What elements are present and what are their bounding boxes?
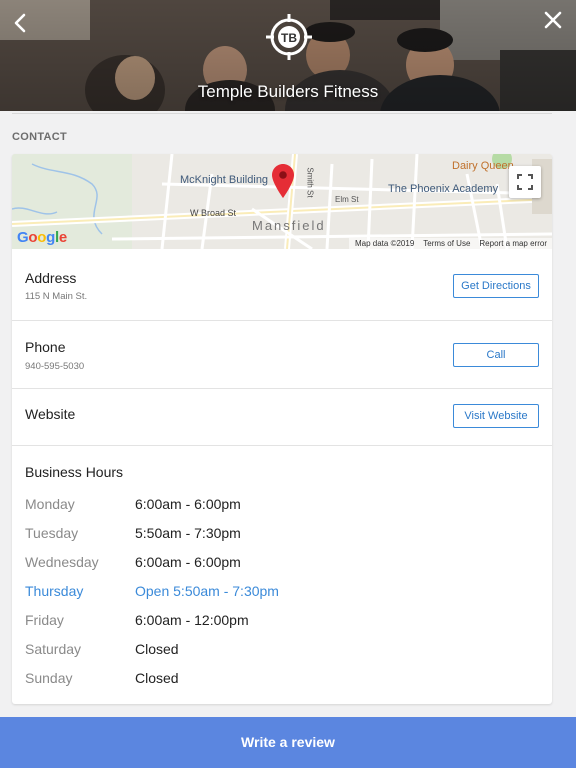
address-title: Address <box>25 270 77 286</box>
map-street-w-broad: W Broad St <box>190 208 237 218</box>
map-footer: Map data ©2019 Terms of Use Report a map… <box>349 238 552 249</box>
visit-website-button[interactable]: Visit Website <box>453 404 539 428</box>
write-review-button[interactable]: Write a review <box>0 717 576 768</box>
phone-value: 940-595-5030 <box>25 361 85 372</box>
close-button[interactable] <box>540 8 566 36</box>
hours-day: Friday <box>25 611 64 628</box>
get-directions-button[interactable]: Get Directions <box>453 274 539 298</box>
hours-day: Wednesday <box>25 553 99 570</box>
hours-day: Saturday <box>25 640 82 657</box>
hours-time: 5:50am - 7:30pm <box>135 524 241 541</box>
hours-time: Open 5:50am - 7:30pm <box>135 582 279 599</box>
hours-row-wednesday: Wednesday 6:00am - 6:00pm <box>25 547 525 576</box>
map-report-link[interactable]: Report a map error <box>479 238 547 249</box>
website-row: Website Visit Website <box>12 389 552 446</box>
divider <box>12 113 552 114</box>
section-label: CONTACT <box>12 131 68 143</box>
website-title: Website <box>25 406 76 422</box>
map-pin-icon <box>272 164 294 198</box>
map-data-credit: Map data ©2019 <box>355 239 415 248</box>
google-logo: Google <box>17 229 67 246</box>
map-street-smith: Smith St <box>305 167 315 198</box>
map-label-phoenix: The Phoenix Academy <box>388 183 499 195</box>
phone-title: Phone <box>25 339 66 355</box>
map-terms-link[interactable]: Terms of Use <box>423 238 470 249</box>
hours-day: Monday <box>25 495 75 512</box>
address-row: Address 115 N Main St. Get Directions <box>12 249 552 321</box>
business-hours-list: Monday 6:00am - 6:00pm Tuesday 5:50am - … <box>25 489 525 692</box>
fullscreen-button[interactable] <box>509 166 541 198</box>
business-hours-title: Business Hours <box>25 464 124 480</box>
hours-day: Tuesday <box>25 524 79 541</box>
hours-time: 6:00am - 6:00pm <box>135 495 241 512</box>
address-value: 115 N Main St. <box>25 291 88 302</box>
fullscreen-icon <box>517 174 533 190</box>
svg-text:TB: TB <box>281 31 297 45</box>
hours-time: 6:00am - 12:00pm <box>135 611 249 628</box>
map-label-mcknight: McKnight Building <box>180 174 269 186</box>
map[interactable]: McKnight Building The Phoenix Academy Da… <box>12 154 552 249</box>
page-title: Temple Builders Fitness <box>197 82 379 101</box>
close-icon <box>544 11 562 29</box>
hours-row-friday: Friday 6:00am - 12:00pm <box>25 605 525 634</box>
map-label-dairy: Dairy Queen <box>452 160 514 172</box>
chevron-left-icon <box>14 13 26 33</box>
hours-day: Sunday <box>25 669 73 686</box>
hours-row-tuesday: Tuesday 5:50am - 7:30pm <box>25 518 525 547</box>
hours-time: Closed <box>135 669 179 686</box>
brand-logo: TB <box>266 14 312 60</box>
hours-row-thursday: Thursday Open 5:50am - 7:30pm <box>25 576 525 605</box>
hours-row-saturday: Saturday Closed <box>25 634 525 663</box>
hours-row-sunday: Sunday Closed <box>25 663 525 692</box>
hours-time: Closed <box>135 640 179 657</box>
header-banner: TB Temple Builders Fitness <box>0 0 576 111</box>
hours-time: 6:00am - 6:00pm <box>135 553 241 570</box>
back-button[interactable] <box>8 10 34 36</box>
hours-row-monday: Monday 6:00am - 6:00pm <box>25 489 525 518</box>
hours-day: Thursday <box>25 582 84 599</box>
phone-row: Phone 940-595-5030 Call <box>12 321 552 389</box>
map-street-elm: Elm St <box>335 195 359 204</box>
call-button[interactable]: Call <box>453 343 539 367</box>
contact-card: McKnight Building The Phoenix Academy Da… <box>12 154 552 704</box>
map-town-label: Mansfield <box>252 218 326 233</box>
